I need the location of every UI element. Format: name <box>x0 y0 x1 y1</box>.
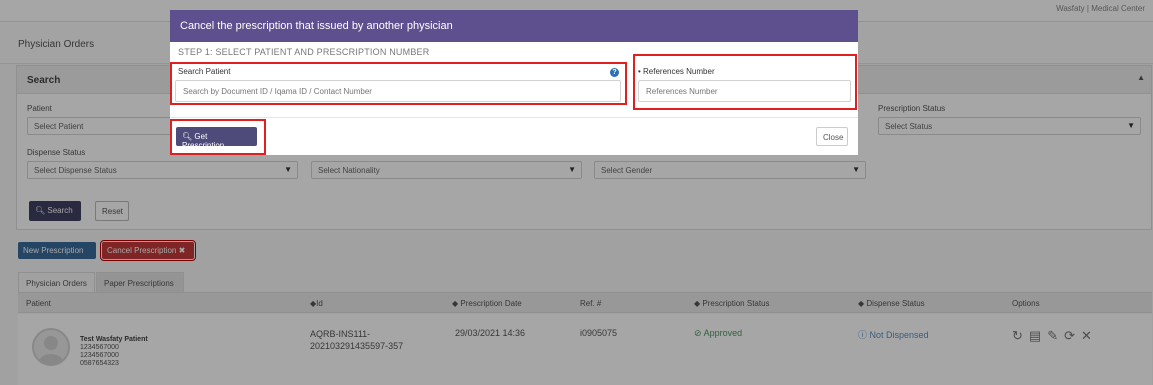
cancel-prescription-modal: Cancel the prescription that issued by a… <box>170 10 858 155</box>
close-button[interactable]: Close <box>816 127 848 146</box>
modal-header: Cancel the prescription that issued by a… <box>170 10 858 42</box>
modal-divider <box>170 117 858 118</box>
modal-title: Cancel the prescription that issued by a… <box>180 20 453 32</box>
step-label: STEP 1: SELECT PATIENT AND PRESCRIPTION … <box>178 47 430 57</box>
highlight-search-patient <box>170 62 627 105</box>
highlight-get-prescription <box>170 119 266 155</box>
highlight-references-number <box>633 54 857 110</box>
